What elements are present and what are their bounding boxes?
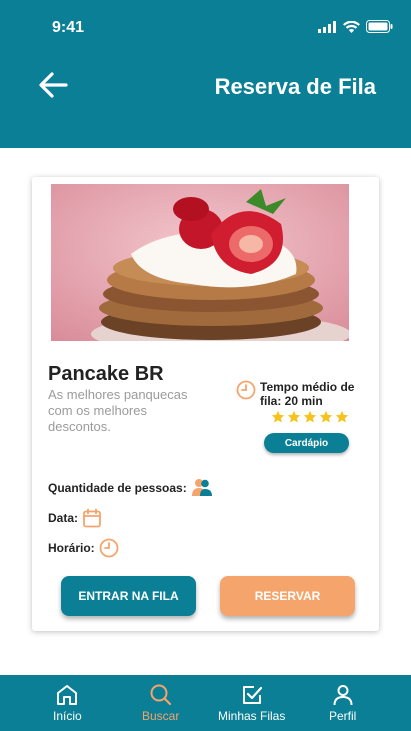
back-arrow-icon[interactable] (36, 70, 70, 100)
restaurant-description: As melhores panquecas com os melhores de… (48, 387, 188, 434)
enter-queue-button[interactable]: ENTRAR NA FILA (61, 576, 196, 616)
people-row: Quantidade de pessoas: (48, 478, 213, 498)
menu-button[interactable]: Cardápio (264, 433, 349, 453)
nav-item-profile[interactable]: Perfil (329, 683, 356, 723)
nav-label-queues: Minhas Filas (218, 709, 286, 723)
battery-icon (366, 20, 393, 33)
clock-icon[interactable] (99, 538, 119, 558)
star-icon (319, 410, 333, 423)
star-icon (303, 410, 317, 423)
wait-time: Tempo médio de fila: 20 min (236, 380, 360, 408)
time-label: Horário: (48, 541, 95, 555)
clock-icon (236, 380, 256, 400)
nav-label-home: Início (53, 709, 82, 723)
reserve-button[interactable]: RESERVAR (220, 576, 355, 616)
user-icon (333, 685, 353, 706)
people-icon[interactable] (191, 478, 213, 498)
time-row: Horário: (48, 538, 119, 558)
star-icon (335, 410, 349, 423)
restaurant-photo (51, 184, 349, 341)
bottom-nav: Início Buscar Minhas Filas Perfil (0, 675, 411, 731)
nav-item-queues[interactable]: Minhas Filas (218, 683, 285, 723)
rating-stars (271, 410, 349, 424)
nav-item-search[interactable]: Buscar (142, 683, 179, 723)
date-row: Data: (48, 508, 102, 528)
date-label: Data: (48, 511, 79, 525)
people-label: Quantidade de pessoas: (48, 481, 187, 495)
status-time: 9:41 (52, 19, 85, 36)
star-icon (287, 410, 301, 423)
checkbox-icon (242, 686, 262, 704)
page-title: Reserva de Fila (214, 74, 376, 99)
nav-item-home[interactable]: Início (53, 683, 82, 723)
app-header: 9:41 Reserva de Fila (0, 0, 411, 148)
calendar-icon[interactable] (82, 508, 102, 528)
nav-label-search: Buscar (142, 709, 180, 723)
restaurant-card: Pancake BR As melhores panquecas com os … (32, 177, 379, 631)
search-icon (150, 684, 171, 706)
star-icon (271, 410, 285, 423)
home-icon (57, 685, 78, 705)
wait-time-text: Tempo médio de fila: 20 min (260, 380, 355, 408)
signal-icon (318, 20, 336, 33)
nav-label-profile: Perfil (329, 709, 357, 723)
restaurant-name: Pancake BR (48, 363, 164, 385)
wifi-icon (343, 20, 360, 33)
status-icons (318, 20, 393, 33)
